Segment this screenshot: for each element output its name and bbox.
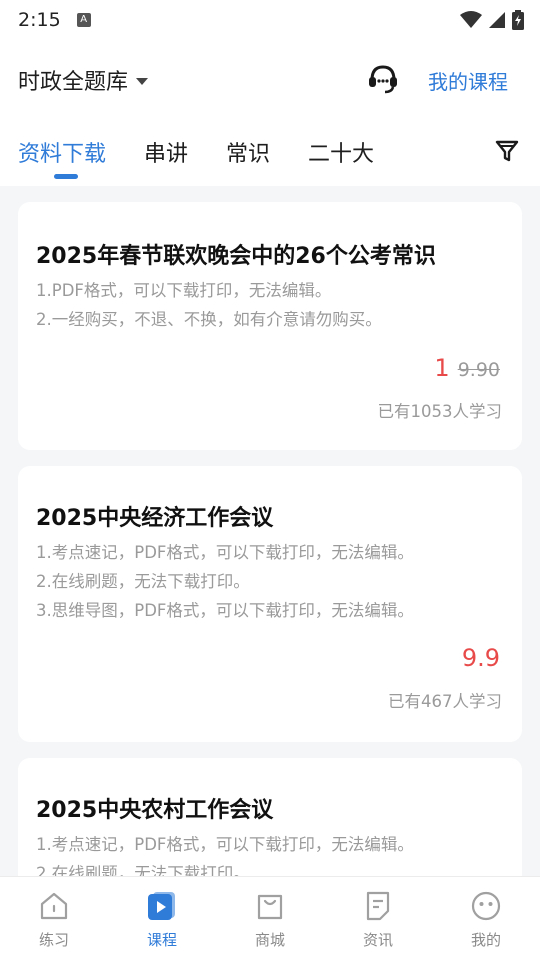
card-desc-line: 3.思维导图，PDF格式，可以下载打印，无法编辑。 [36,601,414,620]
learner-count: 已有467人学习 [388,692,502,711]
learner-count: 已有1053人学习 [377,402,503,421]
material-card[interactable]: 2025中央农村工作会议 1.考点速记，PDF格式，可以下载打印，无法编辑。 2… [18,758,522,876]
status-bar: 2:15 A [0,0,540,40]
caret-down-icon [136,77,149,85]
material-card[interactable]: 2025中央经济工作会议 1.考点速记，PDF格式，可以下载打印，无法编辑。 2… [18,466,522,742]
tab-general-knowledge[interactable]: 常识 [226,136,270,182]
card-title: 2025中央农村工作会议 [36,798,274,823]
wifi-icon [460,11,482,28]
card-desc-line: 2.在线刷题，无法下载打印。 [36,572,250,591]
bag-icon [257,894,283,920]
document-icon [366,891,390,921]
tab-twentieth-congress[interactable]: 二十大 [308,136,374,182]
card-description: 1.考点速记，PDF格式，可以下载打印，无法编辑。 2.在线刷题，无法下载打印。… [36,538,414,625]
bottom-nav: 练习 课程 商城 资讯 我的 [0,876,540,960]
nav-label: 练习 [38,931,69,949]
material-card[interactable]: 2025年春节联欢晚会中的26个公考常识 1.PDF格式，可以下载打印，无法编辑… [18,202,522,450]
current-price: 1 [434,354,450,382]
materials-list: 2025年春节联欢晚会中的26个公考常识 1.PDF格式，可以下载打印，无法编辑… [0,186,540,876]
nav-news[interactable]: 资讯 [324,877,432,960]
category-tabs: 资料下载 串讲 常识 二十大 [18,136,412,182]
card-description: 1.PDF格式，可以下载打印，无法编辑。 2.一经购买，不退、不换，如有介意请勿… [36,276,382,334]
nav-mall[interactable]: 商城 [216,877,324,960]
price-row: 1 9.90 [434,354,500,382]
nav-label: 资讯 [362,931,393,949]
status-icons [460,10,524,30]
card-desc-line: 1.考点速记，PDF格式，可以下载打印，无法编辑。 [36,543,414,562]
question-bank-title: 时政全题库 [18,70,129,95]
card-desc-line: 2.一经购买，不退、不换，如有介意请勿购买。 [36,310,382,329]
house-icon [40,892,68,920]
price-row: 9.9 [462,644,500,672]
card-title: 2025中央经济工作会议 [36,506,274,531]
face-icon [471,891,501,921]
nav-practice[interactable]: 练习 [0,877,108,960]
card-desc-line: 2.在线刷题，无法下载打印。 [36,864,250,876]
tab-materials-download[interactable]: 资料下载 [18,136,106,182]
nav-label: 商城 [254,931,285,949]
status-time: 2:15 [18,9,61,31]
header: 时政全题库 我的课程 资料下载 串讲 常识 二十大 [0,40,540,186]
play-icon [148,892,175,920]
tab-lecture-series[interactable]: 串讲 [144,136,188,182]
card-desc-line: 1.PDF格式，可以下载打印，无法编辑。 [36,281,332,300]
customer-service-headset-icon[interactable] [366,62,400,96]
nav-label: 课程 [146,931,177,949]
signal-icon [489,12,505,28]
nav-label: 我的 [470,931,501,949]
my-courses-link[interactable]: 我的课程 [428,66,508,95]
battery-icon [512,10,524,30]
nav-courses[interactable]: 课程 [108,877,216,960]
card-description: 1.考点速记，PDF格式，可以下载打印，无法编辑。 2.在线刷题，无法下载打印。 [36,830,414,876]
accessibility-indicator-icon: A [76,13,91,27]
original-price: 9.90 [457,359,500,381]
card-title: 2025年春节联欢晚会中的26个公考常识 [36,244,436,269]
current-price: 9.9 [461,644,500,672]
card-desc-line: 1.考点速记，PDF格式，可以下载打印，无法编辑。 [36,835,414,854]
filter-icon[interactable] [494,138,520,164]
nav-profile[interactable]: 我的 [432,877,540,960]
question-bank-selector[interactable]: 时政全题库 [18,64,149,96]
